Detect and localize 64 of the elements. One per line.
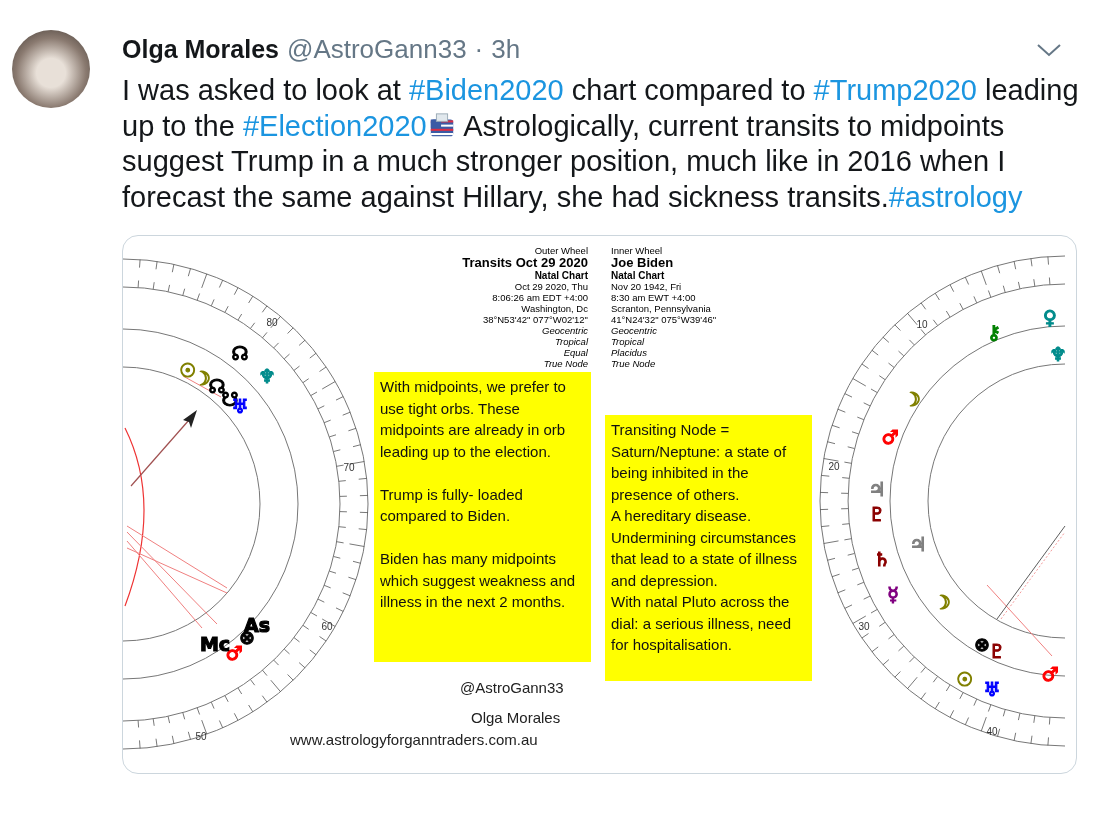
chart-title: Joe Biden — [611, 256, 675, 270]
planet-glyph: ♅ — [983, 678, 1001, 700]
credit-text: www.astrologyforganntraders.com.au — [290, 730, 538, 750]
separator-dot: · — [474, 33, 484, 66]
chart-setting: Geocentric — [541, 325, 588, 336]
wheel-caption: Outer Wheel — [533, 245, 588, 256]
planet-glyph: ♇ — [988, 640, 1006, 662]
author-name[interactable]: Olga Morales — [122, 30, 279, 69]
hashtag-link[interactable]: #Biden2020 — [408, 74, 564, 106]
chart-setting: Tropical — [553, 336, 588, 347]
degree-label: 30 — [858, 621, 870, 632]
chart-detail: Nov 20 1942, Fri — [611, 281, 683, 292]
planet-glyph: ☊ — [231, 342, 249, 364]
chart-detail: 8:30 am EWT +4:00 — [611, 292, 697, 303]
hashtag-link[interactable]: #Trump2020 — [813, 74, 977, 106]
planet-glyph: ☽ — [933, 591, 951, 613]
planet-glyph: ☉ — [179, 359, 197, 381]
chart-detail: 41°N24'32" 075°W39'46" — [611, 314, 717, 325]
chart-setting: Tropical — [611, 336, 646, 347]
credit-text: @AstroGann33 — [460, 678, 564, 698]
planet-glyph: ♂ — [1041, 663, 1059, 685]
planet-glyph: ♇ — [868, 503, 886, 525]
degree-label: 20 — [828, 461, 840, 472]
degree-label: 50 — [195, 731, 207, 742]
planet-glyph: ⊗ — [974, 633, 990, 655]
planet-glyph: ♄ — [873, 548, 891, 570]
tweet-time[interactable]: 3h — [491, 30, 521, 69]
degree-label: 10 — [916, 319, 928, 330]
planet-glyph: ♃ — [909, 533, 927, 555]
chart-detail: Oct 29 2020, Thu — [513, 281, 588, 292]
chart-setting: Geocentric — [611, 325, 658, 336]
chart-setting: True Node — [611, 358, 657, 369]
planet-glyph: ♆ — [1049, 343, 1067, 365]
planet-glyph: ☿ — [887, 583, 899, 605]
chart-subtitle: Natal Chart — [611, 270, 666, 281]
planet-glyph: ♃ — [868, 478, 886, 500]
degree-label: 70 — [343, 462, 355, 473]
degree-label: 40 — [986, 726, 998, 737]
planet-glyph: ♆ — [258, 365, 276, 387]
degree-label: 60 — [321, 621, 333, 632]
chart-subtitle: Natal Chart — [533, 270, 588, 281]
planet-glyph: ☽ — [903, 388, 921, 410]
hashtag-link[interactable]: #astrology — [888, 180, 1023, 213]
planet-glyph: ⚷ — [987, 321, 1001, 343]
chart-detail: Scranton, Pennsylvania — [611, 303, 712, 314]
chart-detail: Washington, Dc — [520, 303, 588, 314]
chart-setting: Equal — [562, 347, 588, 358]
planet-glyph: ♂ — [881, 426, 899, 448]
wheel-caption: Inner Wheel — [611, 245, 664, 256]
note-text: Transiting Node = Saturn/Neptune: a state of being inhibited in the presence of others. A hereditary disease. Undermining circumstances that lead to a state of illness and depression. With natal Pluto across the dial: a serious illness, need for hospitalisation. — [605, 415, 812, 681]
note-text: With midpoints, we prefer to use tight orbs. These midpoints are already in orb leading up to the election. Trump is fully- loaded compared to Biden. Biden has many midpoints which suggest weakness and illness in the next 2 months. — [374, 372, 591, 662]
chevron-down-icon[interactable] — [1036, 41, 1062, 58]
author-handle: @AstroGann33 — [287, 33, 467, 66]
credit-text: Olga Morales — [471, 708, 561, 728]
chart-setting: Placidus — [611, 347, 648, 358]
chart-detail: 8:06:26 am EDT +4:00 — [491, 292, 588, 303]
hashtag-link[interactable]: #Election2020 — [242, 109, 427, 142]
chart-title: Transits Oct 29 2020 — [462, 256, 588, 270]
tweet-text: I was asked to look at #Biden2020 chart compared to #Trump2020 leading up to the #Election2020 Astrologically, current transits to midpoints suggest Trump in a much stronger position, much like in 2016 when I forecast the same against Hillary, she had sickness transits.#astrology — [122, 73, 1080, 215]
degree-label: 80 — [266, 317, 278, 328]
planet-glyph: ☉ — [956, 668, 974, 690]
planet-glyph: ♀ — [1043, 306, 1057, 328]
chart-detail: 38°N53'42" 077°W02'12" — [481, 314, 588, 325]
chart-setting: True Node — [542, 358, 588, 369]
